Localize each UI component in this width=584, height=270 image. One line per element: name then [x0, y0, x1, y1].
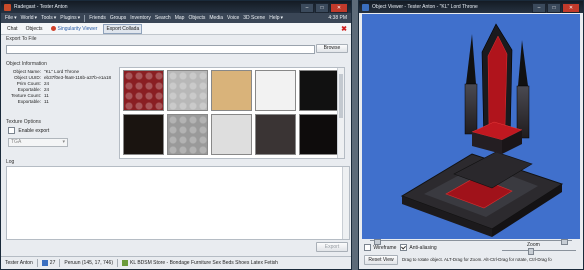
- thumbnail-scrollbar[interactable]: [337, 68, 344, 158]
- tan-wood-texture[interactable]: [211, 70, 252, 111]
- viewer-close-button[interactable]: ✕: [562, 2, 580, 13]
- window-title: Radegast - Tester Anton: [14, 4, 68, 10]
- export-path-input[interactable]: [6, 45, 315, 54]
- log-textbox[interactable]: [6, 166, 350, 240]
- object-information-heading: Object Information: [6, 61, 47, 67]
- white-texture[interactable]: [255, 70, 296, 111]
- object-viewer-window: Object Viewer - Tester Anton - "KL" Lord…: [358, 0, 584, 270]
- menu-map[interactable]: Map: [175, 15, 185, 21]
- menu-tools[interactable]: Tools: [41, 15, 53, 21]
- menu-groups[interactable]: Groups: [110, 15, 126, 21]
- enable-export-label: Enable export: [18, 127, 50, 134]
- status-user: Tester Anton: [5, 260, 33, 266]
- menu-inventory[interactable]: Inventory: [130, 15, 151, 21]
- black-rivet-texture[interactable]: [299, 114, 340, 155]
- menu-plugins[interactable]: Plugins: [60, 15, 76, 21]
- parcel-icon: [122, 260, 129, 266]
- viewer-controls: Wireframe Anti-aliasing Zoom Reset View …: [362, 239, 580, 269]
- tab-chat[interactable]: Chat: [5, 25, 20, 33]
- tab-singularity-label: Singularity Viewer: [57, 25, 98, 32]
- info-row-texture-count: Texture Count: 11: [11, 93, 49, 98]
- status-location[interactable]: Peruun (145, 17, 746): [64, 260, 113, 266]
- app-icon: [4, 3, 11, 11]
- maximize-button[interactable]: □: [315, 2, 329, 13]
- grey-tile-texture[interactable]: [167, 114, 208, 155]
- export-button[interactable]: Export: [316, 242, 348, 252]
- tab-singularity-viewer[interactable]: Singularity Viewer: [49, 25, 100, 33]
- enable-export-row[interactable]: Enable export: [8, 127, 49, 134]
- minimize-button[interactable]: –: [300, 2, 314, 13]
- silver-tufted-texture[interactable]: [167, 70, 208, 111]
- menu-help[interactable]: Help: [269, 15, 279, 21]
- tab-export-collada[interactable]: Export Collada: [103, 23, 143, 34]
- status-bar: Tester Anton 27 Peruun (145, 17, 746) KL…: [1, 256, 351, 269]
- texture-format-select[interactable]: TGA ▾: [8, 138, 68, 147]
- rotate-hint: Drag to rotate object. ALT-Drag for Zoom…: [402, 257, 552, 262]
- anti-aliasing-row[interactable]: Anti-aliasing: [400, 244, 437, 251]
- info-row-name: Object Name: "KL" Lord Throne: [12, 69, 80, 74]
- wireframe-label: Wireframe: [373, 244, 397, 251]
- singularity-icon: [50, 26, 56, 31]
- viewer-title: Object Viewer - Tester Anton - "KL" Lord…: [372, 4, 478, 10]
- menu-search[interactable]: Search: [155, 15, 171, 21]
- texture-options-heading: Texture Options: [6, 119, 42, 125]
- menu-bar: File ▾ World ▾ Tools ▾ Plugins ▾ Friends Gro…: [1, 13, 351, 23]
- title-bar[interactable]: Radegast - Tester Anton – □ ✕: [1, 1, 351, 13]
- 3d-viewport[interactable]: [362, 14, 580, 239]
- menu-file[interactable]: File: [5, 15, 13, 21]
- close-button[interactable]: ✕: [330, 2, 348, 13]
- white-marble-texture[interactable]: [211, 114, 252, 155]
- black-trim-texture[interactable]: [123, 114, 164, 155]
- clock: 4:38 PM: [328, 15, 347, 21]
- viewer-title-bar[interactable]: Object Viewer - Tester Anton - "KL" Lord…: [359, 1, 583, 13]
- status-parcel[interactable]: KL BDSM Store - Bondage Furniture Sex Be…: [122, 260, 278, 266]
- wireframe-checkbox[interactable]: [364, 244, 371, 251]
- wireframe-row[interactable]: Wireframe: [364, 244, 396, 251]
- tab-objects[interactable]: Objects: [24, 25, 45, 33]
- menu-world[interactable]: World: [21, 15, 34, 21]
- throne-render: [400, 23, 564, 237]
- reset-view-button[interactable]: Reset View: [364, 255, 398, 265]
- anti-aliasing-label: Anti-aliasing: [409, 244, 437, 251]
- menu-friends[interactable]: Friends: [89, 15, 106, 21]
- chevron-down-icon: ▾: [62, 139, 65, 145]
- status-count: 27: [41, 260, 55, 266]
- menu-objects[interactable]: Objects: [188, 15, 205, 21]
- export-to-file-label: Export To File: [6, 36, 37, 42]
- rotate-slider[interactable]: [362, 239, 580, 245]
- radegast-window: Radegast - Tester Anton – □ ✕ File ▾ Worl…: [0, 0, 352, 270]
- scrollbar-thumb[interactable]: [339, 74, 343, 118]
- info-row-uuid: Object UUID: eb37f0e3-f6a8-116b-a37b-e1a1…: [13, 75, 112, 80]
- texture-thumbnail-panel: [119, 67, 345, 159]
- texture-format-value: TGA: [11, 139, 22, 145]
- menu-voice[interactable]: Voice: [227, 15, 239, 21]
- anti-aliasing-checkbox[interactable]: [400, 244, 407, 251]
- info-row-texture-exportable: Exportable: 11: [17, 99, 49, 104]
- log-scrollbar[interactable]: [342, 167, 349, 239]
- people-icon: [41, 260, 48, 266]
- enable-export-checkbox[interactable]: [8, 127, 15, 134]
- close-tab-icon[interactable]: ✖: [341, 25, 347, 33]
- black-texture[interactable]: [299, 70, 340, 111]
- tab-bar: Chat Objects Singularity Viewer Export C…: [1, 23, 351, 35]
- zoom-slider[interactable]: [502, 248, 576, 255]
- viewer-maximize-button[interactable]: □: [547, 2, 561, 13]
- menu-media[interactable]: Media: [209, 15, 223, 21]
- dark-granite-texture[interactable]: [255, 114, 296, 155]
- log-label: Log: [6, 159, 15, 165]
- red-tufted-leather-texture[interactable]: [123, 70, 164, 111]
- info-row-prim-count: Prim Count: 24: [16, 81, 50, 86]
- browse-button[interactable]: Browse: [316, 44, 348, 53]
- viewer-minimize-button[interactable]: –: [532, 2, 546, 13]
- menu-separator: [84, 14, 86, 22]
- info-row-prim-exportable: Exportable: 24: [17, 87, 50, 92]
- menu-3d-scene[interactable]: 3D Scene: [243, 15, 265, 21]
- viewer-icon: [362, 3, 369, 11]
